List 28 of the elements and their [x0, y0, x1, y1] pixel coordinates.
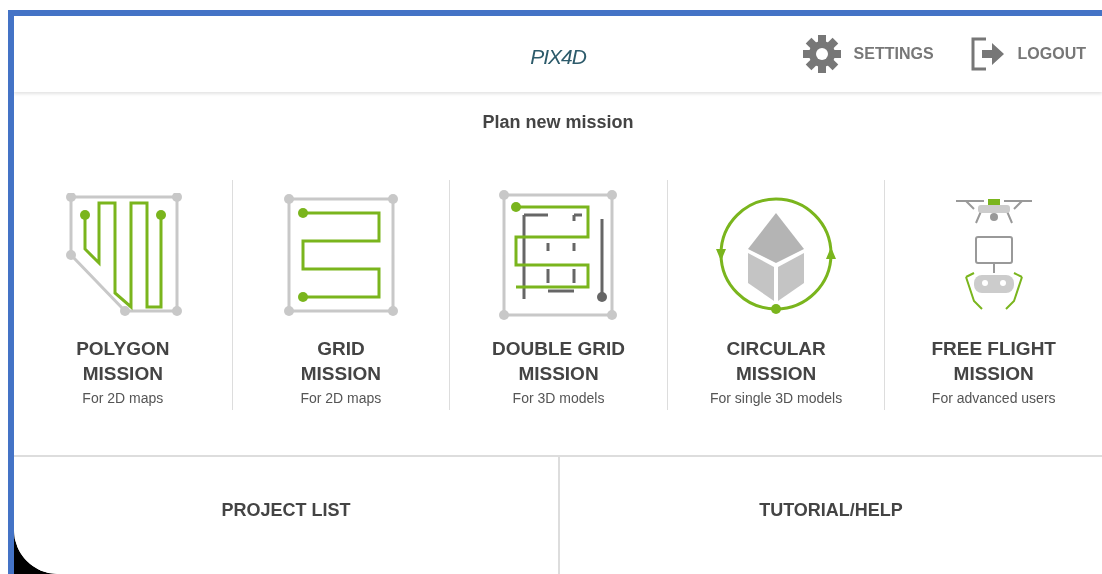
mission-title: GRID: [317, 337, 365, 361]
mission-card[interactable]: DOUBLE GRID MISSION For 3D models: [449, 180, 667, 410]
mission-subtitle: For 3D models: [512, 390, 605, 406]
logout-button[interactable]: LOGOUT: [969, 34, 1086, 74]
settings-button[interactable]: SETTINGS: [801, 34, 934, 74]
logout-icon: [969, 36, 1006, 72]
mission-title: MISSION: [735, 362, 817, 386]
double-grid-path-icon: [498, 189, 619, 321]
mission-title: MISSION: [518, 362, 599, 386]
mission-subtitle: For advanced users: [931, 390, 1056, 406]
settings-icon: [801, 34, 842, 74]
logo: PIX4D: [530, 44, 586, 69]
page-title: Plan new mission: [481, 111, 635, 134]
mission-title: DOUBLE GRID: [492, 337, 625, 361]
mission-title: MISSION: [953, 362, 1034, 386]
mission-card[interactable]: GRID MISSION For 2D maps: [231, 180, 450, 410]
mission-card[interactable]: POLYGON MISSION For 2D maps: [14, 180, 232, 410]
mission-card[interactable]: FREE FLIGHT MISSION For advanced users: [884, 180, 1102, 410]
mission-title: MISSION: [82, 362, 163, 386]
mission-title: MISSION: [300, 362, 381, 386]
mission-subtitle: For 2D maps: [82, 390, 164, 406]
mission-subtitle: For 2D maps: [300, 390, 382, 406]
grid-path-icon: [282, 193, 399, 317]
mission-title: POLYGON: [76, 337, 170, 361]
mission-title: FREE FLIGHT: [931, 337, 1056, 361]
mission-title: CIRCULAR: [726, 337, 826, 361]
mission-card[interactable]: CIRCULAR MISSION For single 3D models: [666, 180, 885, 410]
mission-subtitle: For single 3D models: [709, 390, 843, 406]
